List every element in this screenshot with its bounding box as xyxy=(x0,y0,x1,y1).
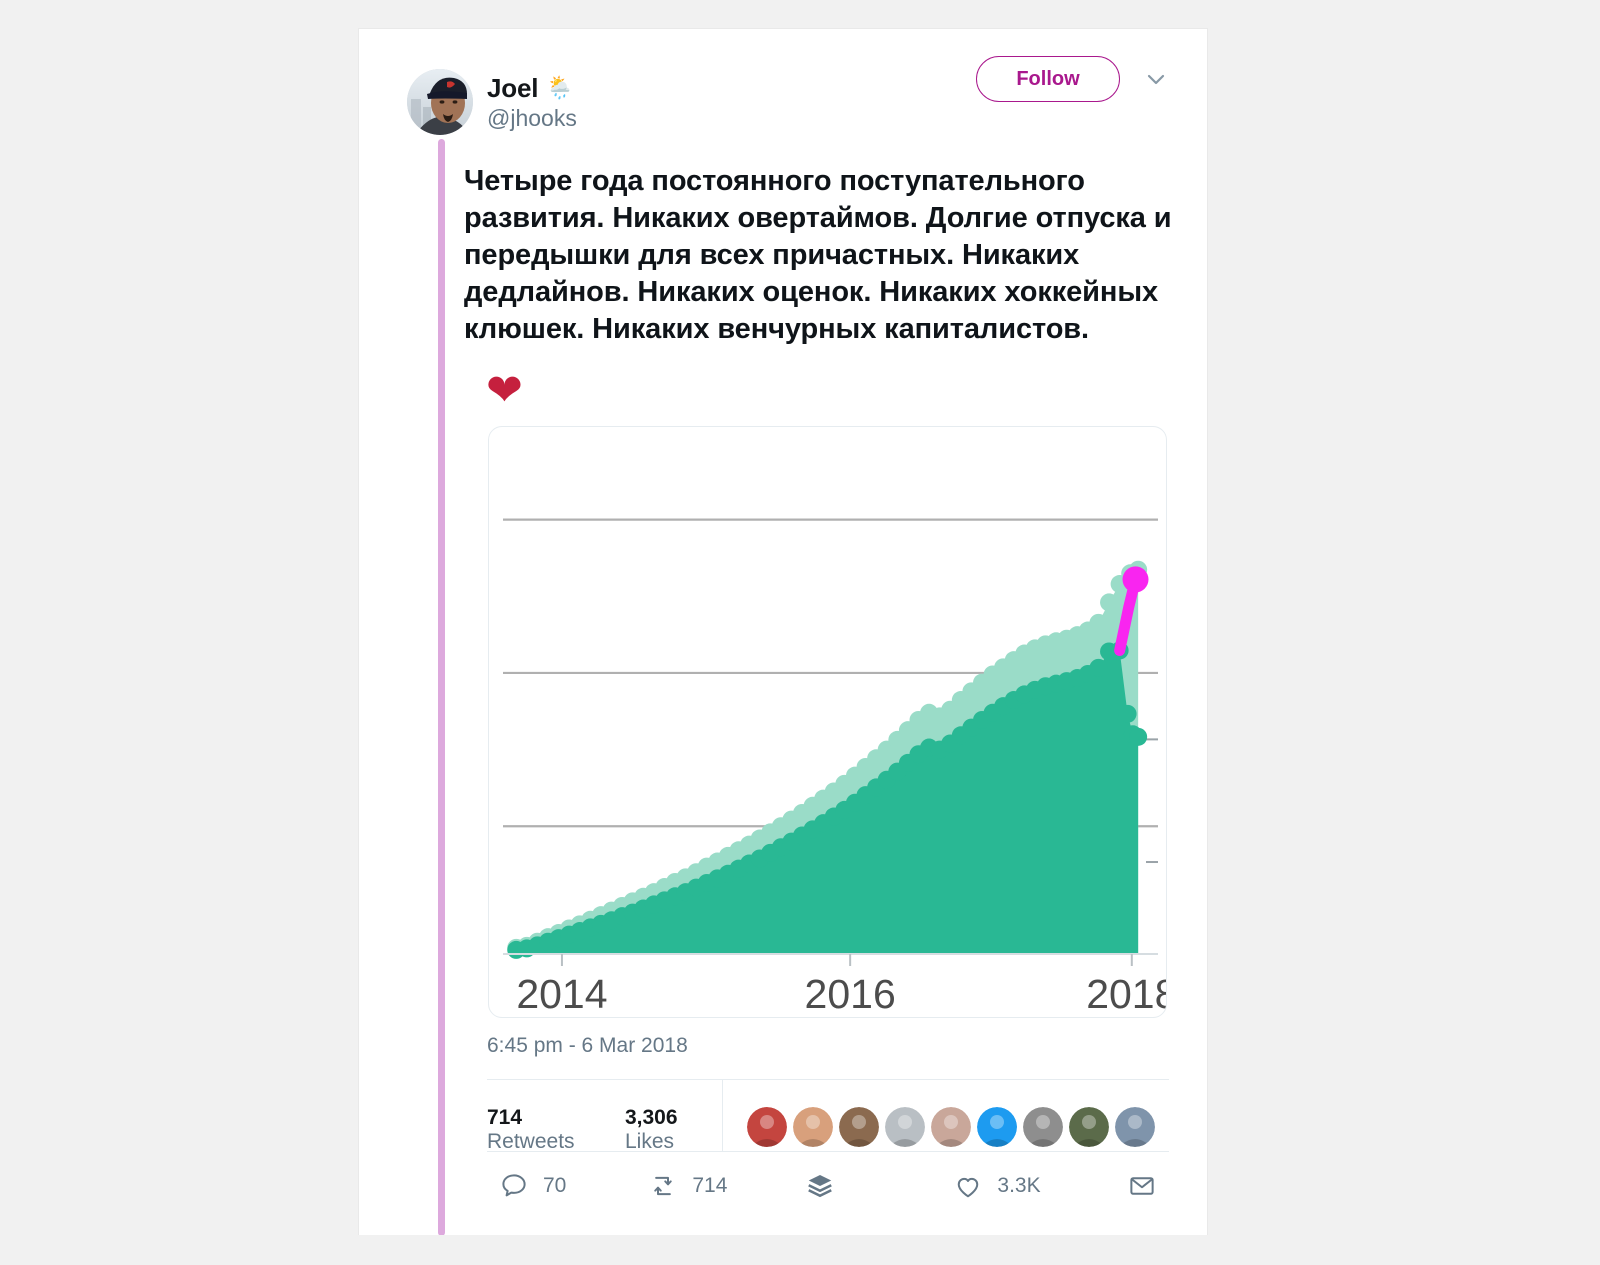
like-count: 3.3K xyxy=(997,1173,1041,1197)
liker-avatar-6[interactable] xyxy=(977,1106,1017,1147)
liker-avatar-8-image xyxy=(1069,1106,1109,1147)
liker-avatar-2[interactable] xyxy=(793,1106,833,1147)
liker-avatar-9[interactable] xyxy=(1115,1106,1155,1147)
reply-button[interactable]: 70 xyxy=(499,1171,566,1201)
red-heart-icon: ❤ xyxy=(486,366,523,415)
envelope-icon xyxy=(1129,1176,1154,1195)
retweet-icon xyxy=(654,1176,673,1195)
liker-avatar-7-image xyxy=(1023,1106,1063,1147)
liker-avatar-5[interactable] xyxy=(931,1106,971,1147)
analytics-button[interactable] xyxy=(805,1171,849,1201)
retweet-button[interactable]: 714 xyxy=(648,1171,727,1201)
x-axis-label-2014: 2014 xyxy=(516,971,607,1017)
tweet-action-bar: 70 714 3.3K xyxy=(487,1151,1169,1219)
likes-label: Likes xyxy=(624,1130,675,1153)
data-point-total xyxy=(1089,613,1108,632)
page-root: Joel 🌦️ @jhooks Follow Четыре года посто… xyxy=(0,0,1600,1265)
data-point-subset xyxy=(1129,727,1148,746)
rain-cloud-icon: 🌦️ xyxy=(546,75,574,100)
liker-avatar-8[interactable] xyxy=(1069,1106,1109,1147)
reply-count: 70 xyxy=(543,1173,567,1197)
like-button[interactable]: 3.3K xyxy=(953,1171,1041,1201)
x-axis-label-2016: 2016 xyxy=(805,971,896,1017)
stats-counts: 714 Retweets 3,306 Likes xyxy=(487,1080,723,1154)
chevron-down-icon xyxy=(1147,74,1165,85)
liker-avatar-9-image xyxy=(1115,1106,1155,1147)
tweet-more-menu-button[interactable] xyxy=(1139,62,1173,96)
direct-message-button[interactable] xyxy=(1127,1171,1171,1201)
liker-avatar-6-image xyxy=(977,1106,1017,1147)
liker-avatar-4[interactable] xyxy=(885,1106,925,1147)
liker-avatar-3-image xyxy=(839,1106,879,1147)
tweet-stats-row: 714 Retweets 3,306 Likes xyxy=(487,1079,1169,1154)
liker-avatar-4-image xyxy=(885,1106,925,1147)
author-name-block: Joel 🌦️ @jhooks xyxy=(487,73,577,132)
tweet-card: Joel 🌦️ @jhooks Follow Четыре года посто… xyxy=(358,28,1208,1235)
data-point-total xyxy=(1100,593,1119,612)
liker-avatar-3[interactable] xyxy=(839,1106,879,1147)
liker-avatar-5-image xyxy=(931,1106,971,1147)
heart-icon xyxy=(958,1177,979,1197)
embedded-chart-card[interactable]: 2014 2016 2018 xyxy=(488,426,1167,1018)
tweet-timestamp[interactable]: 6:45 pm - 6 Mar 2018 xyxy=(487,1034,688,1058)
liker-avatar-1-image xyxy=(747,1106,787,1147)
user-avatar[interactable] xyxy=(407,69,473,135)
tweet-header: Joel 🌦️ @jhooks Follow xyxy=(359,29,1207,137)
highlight-endpoint-marker xyxy=(1122,566,1149,593)
data-point-subset xyxy=(1118,704,1137,723)
reply-icon xyxy=(502,1173,526,1196)
follow-button[interactable]: Follow xyxy=(976,56,1120,102)
retweet-count: 714 xyxy=(692,1173,728,1197)
thread-connector-line xyxy=(438,139,445,1235)
author-display-name[interactable]: Joel xyxy=(487,73,538,104)
tweet-text: Четыре года постоянного поступательного … xyxy=(464,165,1172,345)
growth-area-chart: 2014 2016 2018 xyxy=(503,518,1166,1017)
liker-avatars xyxy=(723,1085,1155,1147)
likes-count: 3,306 xyxy=(624,1106,678,1129)
retweets-label: Retweets xyxy=(487,1130,575,1153)
liker-avatar-1[interactable] xyxy=(747,1106,787,1147)
retweets-stat[interactable]: 714 Retweets xyxy=(487,1106,603,1154)
stack-icon xyxy=(808,1174,833,1197)
liker-avatar-7[interactable] xyxy=(1023,1106,1063,1147)
liker-avatar-2-image xyxy=(793,1106,833,1147)
retweets-count: 714 xyxy=(487,1106,523,1129)
x-axis-label-2018: 2018 xyxy=(1086,971,1166,1017)
likes-stat[interactable]: 3,306 Likes xyxy=(625,1106,722,1154)
author-handle[interactable]: @jhooks xyxy=(487,105,577,132)
user-avatar-photo xyxy=(407,69,473,135)
data-point-subset xyxy=(1089,658,1108,677)
